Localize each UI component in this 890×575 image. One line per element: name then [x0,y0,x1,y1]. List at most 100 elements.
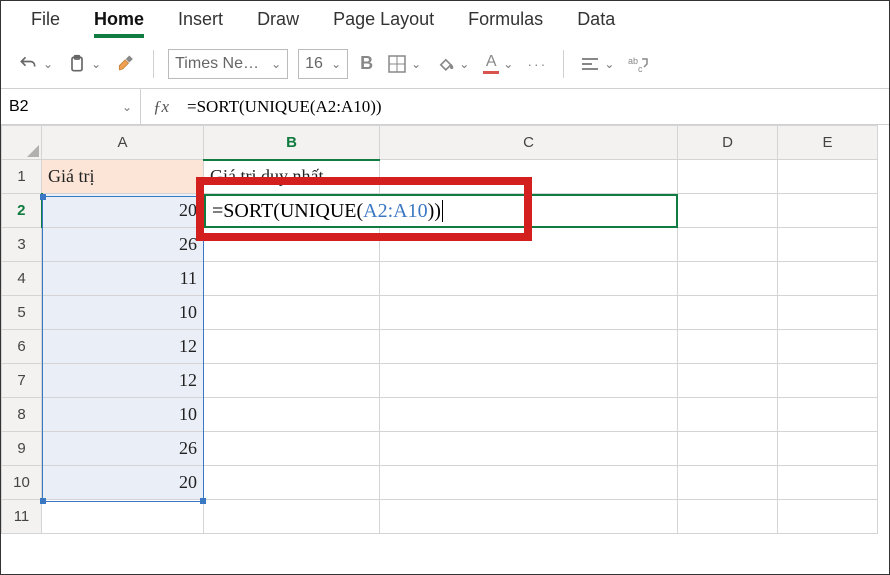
cell-C3[interactable] [380,228,678,262]
spreadsheet-grid[interactable]: A B C D E 1 Giá trị Giá trị duy nhất 2 2… [1,125,889,534]
cell-editor[interactable]: =SORT(UNIQUE(A2:A10)) [204,194,678,228]
cell-B7[interactable] [204,364,380,398]
row-header-8[interactable]: 8 [2,398,42,432]
row-header-7[interactable]: 7 [2,364,42,398]
cell-E11[interactable] [778,500,878,534]
cell-B6[interactable] [204,330,380,364]
row-header-10[interactable]: 10 [2,466,42,500]
cell-A9[interactable]: 26 [42,432,204,466]
cell-D1[interactable] [678,160,778,194]
font-name-select[interactable]: Times Ne… ⌄ [168,49,288,79]
chevron-down-icon: ⌄ [122,100,132,114]
cell-B10[interactable] [204,466,380,500]
col-header-E[interactable]: E [778,126,878,160]
row-header-6[interactable]: 6 [2,330,42,364]
format-painter-button[interactable] [113,52,139,76]
bold-button[interactable]: B [358,51,375,76]
cell-B5[interactable] [204,296,380,330]
font-size-select[interactable]: 16 ⌄ [298,49,348,79]
cell-C8[interactable] [380,398,678,432]
fx-icon[interactable]: ƒx [141,97,181,117]
cell-A2[interactable]: 20 [42,194,204,228]
cell-D4[interactable] [678,262,778,296]
formula-bar[interactable]: =SORT(UNIQUE(A2:A10)) [181,97,889,117]
cell-B1[interactable]: Giá trị duy nhất [204,160,380,194]
row-header-4[interactable]: 4 [2,262,42,296]
cell-A5[interactable]: 10 [42,296,204,330]
col-header-A[interactable]: A [42,126,204,160]
cell-A7[interactable]: 12 [42,364,204,398]
cell-D2[interactable] [678,194,778,228]
col-header-B[interactable]: B [204,126,380,160]
borders-button[interactable]: ⌄ [385,52,423,76]
row-header-11[interactable]: 11 [2,500,42,534]
cell-C6[interactable] [380,330,678,364]
more-font-button[interactable]: ··· [525,54,549,74]
cell-C10[interactable] [380,466,678,500]
tab-page-layout[interactable]: Page Layout [333,9,434,34]
clipboard-button[interactable]: ⌄ [65,51,103,77]
chevron-down-icon: ⌄ [459,57,469,71]
row-header-9[interactable]: 9 [2,432,42,466]
font-color-button[interactable]: A ⌄ [481,51,515,76]
cell-D11[interactable] [678,500,778,534]
cell-C4[interactable] [380,262,678,296]
fill-color-button[interactable]: ⌄ [433,52,471,76]
undo-button[interactable]: ⌄ [15,52,55,76]
select-all-corner[interactable] [2,126,42,160]
cell-D9[interactable] [678,432,778,466]
cell-C7[interactable] [380,364,678,398]
tab-insert[interactable]: Insert [178,9,223,34]
name-box[interactable]: B2 ⌄ [1,89,141,124]
tab-home[interactable]: Home [94,9,144,38]
cell-E4[interactable] [778,262,878,296]
row-header-1[interactable]: 1 [2,160,42,194]
tab-draw[interactable]: Draw [257,9,299,34]
chevron-down-icon: ⌄ [411,57,421,71]
tab-file[interactable]: File [31,9,60,34]
row-header-3[interactable]: 3 [2,228,42,262]
cell-B4[interactable] [204,262,380,296]
align-button[interactable]: ⌄ [578,54,616,74]
cell-E9[interactable] [778,432,878,466]
cell-D3[interactable] [678,228,778,262]
cell-A8[interactable]: 10 [42,398,204,432]
chevron-down-icon: ⌄ [604,57,614,71]
cell-C1[interactable] [380,160,678,194]
cell-E8[interactable] [778,398,878,432]
cell-B9[interactable] [204,432,380,466]
svg-text:ab: ab [628,56,638,66]
cell-C5[interactable] [380,296,678,330]
chevron-down-icon: ⌄ [271,57,281,71]
cell-C11[interactable] [380,500,678,534]
cell-A1[interactable]: Giá trị [42,160,204,194]
cell-E10[interactable] [778,466,878,500]
cell-C9[interactable] [380,432,678,466]
cell-E5[interactable] [778,296,878,330]
cell-D7[interactable] [678,364,778,398]
cell-D5[interactable] [678,296,778,330]
cell-D10[interactable] [678,466,778,500]
row-header-2[interactable]: 2 [2,194,42,228]
wrap-text-button[interactable]: abc [626,53,652,75]
col-header-C[interactable]: C [380,126,678,160]
cell-A3[interactable]: 26 [42,228,204,262]
cell-B3[interactable] [204,228,380,262]
cell-A4[interactable]: 11 [42,262,204,296]
cell-A6[interactable]: 12 [42,330,204,364]
cell-E3[interactable] [778,228,878,262]
cell-B11[interactable] [204,500,380,534]
cell-D6[interactable] [678,330,778,364]
row-header-5[interactable]: 5 [2,296,42,330]
cell-E1[interactable] [778,160,878,194]
cell-B8[interactable] [204,398,380,432]
cell-E7[interactable] [778,364,878,398]
cell-A10[interactable]: 20 [42,466,204,500]
cell-D8[interactable] [678,398,778,432]
col-header-D[interactable]: D [678,126,778,160]
tab-formulas[interactable]: Formulas [468,9,543,34]
cell-E2[interactable] [778,194,878,228]
cell-A11[interactable] [42,500,204,534]
tab-data[interactable]: Data [577,9,615,34]
cell-E6[interactable] [778,330,878,364]
